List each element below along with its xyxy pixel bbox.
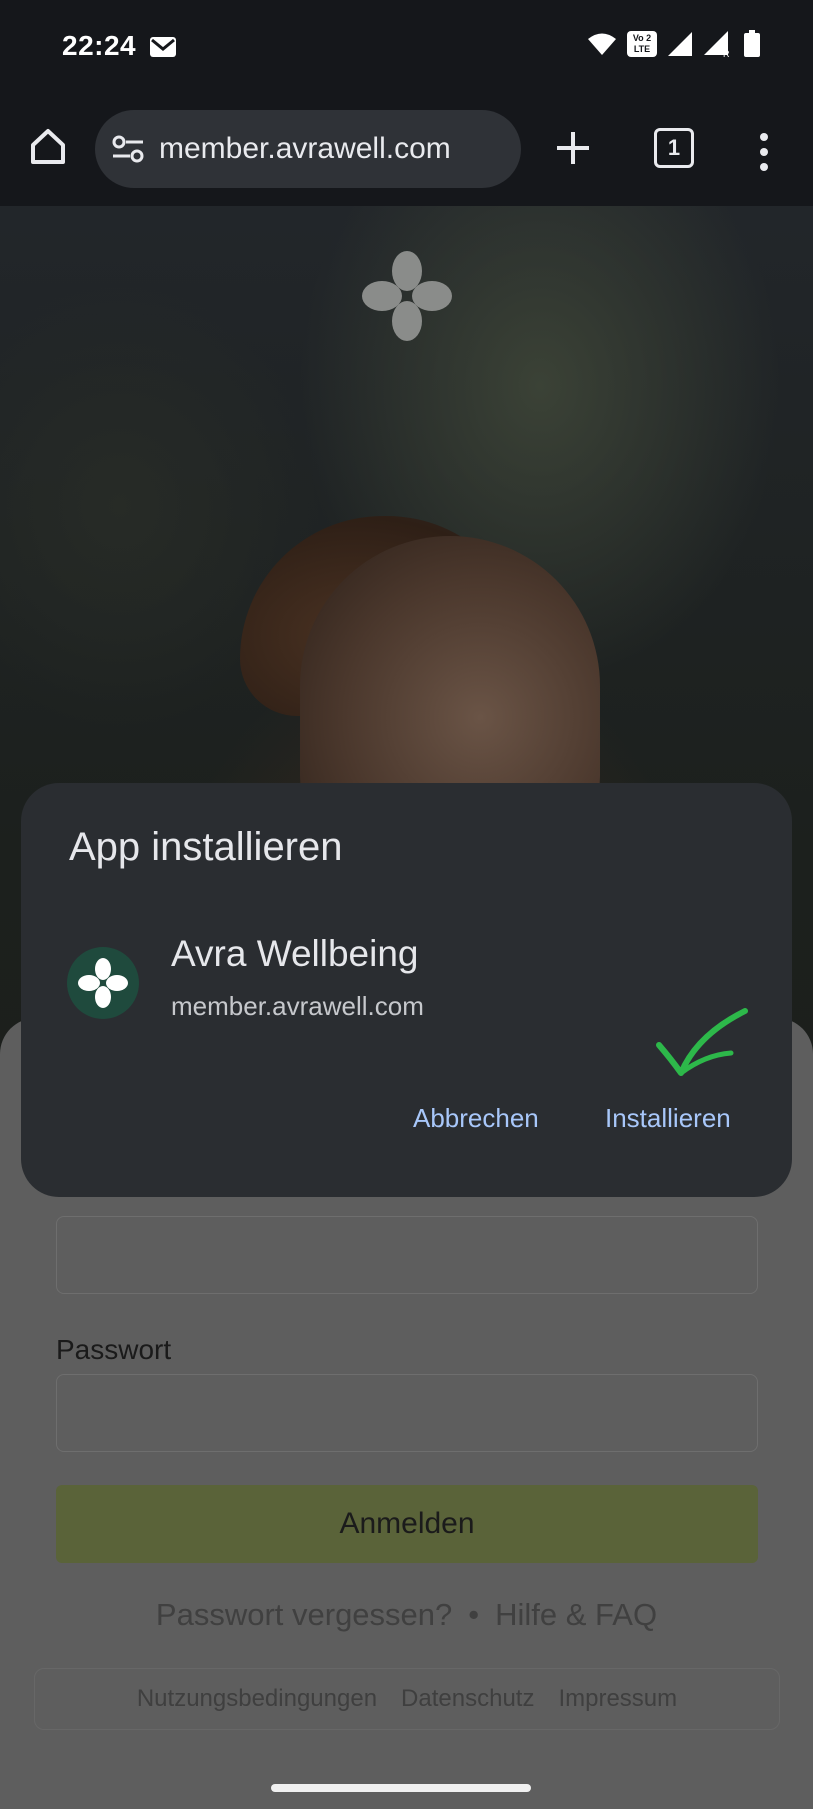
status-time: 22:24 <box>62 30 137 61</box>
status-icons: Vo 2 LTE R <box>587 30 761 58</box>
green-checkmark-annotation <box>656 1008 748 1076</box>
app-url: member.avrawell.com <box>171 991 424 1021</box>
password-label: Passwort <box>56 1334 172 1365</box>
email-field[interactable] <box>56 1216 758 1294</box>
address-bar[interactable]: member.avrawell.com <box>95 110 521 188</box>
signal-icon <box>668 32 692 56</box>
login-button[interactable]: Anmelden <box>56 1485 758 1563</box>
browser-toolbar: member.avrawell.com 1 <box>0 96 813 206</box>
wifi-icon <box>588 33 616 55</box>
status-bar: 22:24 Vo 2 LTE R <box>0 0 813 96</box>
avra-logo-icon <box>78 958 128 1008</box>
volte-icon: Vo 2 LTE <box>627 31 657 57</box>
avra-logo-icon <box>362 251 452 341</box>
site-settings-icon[interactable] <box>111 134 145 164</box>
new-tab-icon[interactable] <box>553 128 593 168</box>
help-links: Passwort vergessen? • Hilfe & FAQ <box>0 1597 813 1633</box>
cancel-button[interactable]: Abbrechen <box>413 1103 539 1134</box>
imprint-link[interactable]: Impressum <box>558 1685 677 1713</box>
install-app-dialog: App installieren Avra Wellbeing member.a… <box>21 783 792 1197</box>
privacy-link[interactable]: Datenschutz <box>401 1685 534 1713</box>
separator: • <box>468 1597 480 1632</box>
svg-text:R: R <box>723 49 730 58</box>
forgot-password-link[interactable]: Passwort vergessen? <box>156 1597 452 1632</box>
help-faq-link[interactable]: Hilfe & FAQ <box>495 1597 657 1632</box>
tab-switcher-icon[interactable]: 1 <box>654 128 694 168</box>
gesture-home-bar[interactable] <box>271 1784 531 1792</box>
legal-links: Nutzungsbedingungen Datenschutz Impressu… <box>34 1668 780 1730</box>
battery-icon <box>744 30 760 57</box>
install-button[interactable]: Installieren <box>605 1103 731 1134</box>
signal-roaming-icon: R <box>704 31 730 58</box>
terms-link[interactable]: Nutzungsbedingungen <box>137 1685 377 1713</box>
gmail-icon <box>150 37 176 57</box>
home-icon[interactable] <box>28 126 68 166</box>
more-vert-icon[interactable] <box>756 132 772 172</box>
dialog-title: App installieren <box>69 825 343 869</box>
app-icon <box>67 947 139 1019</box>
url-text[interactable]: member.avrawell.com <box>159 132 451 166</box>
password-field[interactable] <box>56 1374 758 1452</box>
app-name: Avra Wellbeing <box>171 933 419 974</box>
